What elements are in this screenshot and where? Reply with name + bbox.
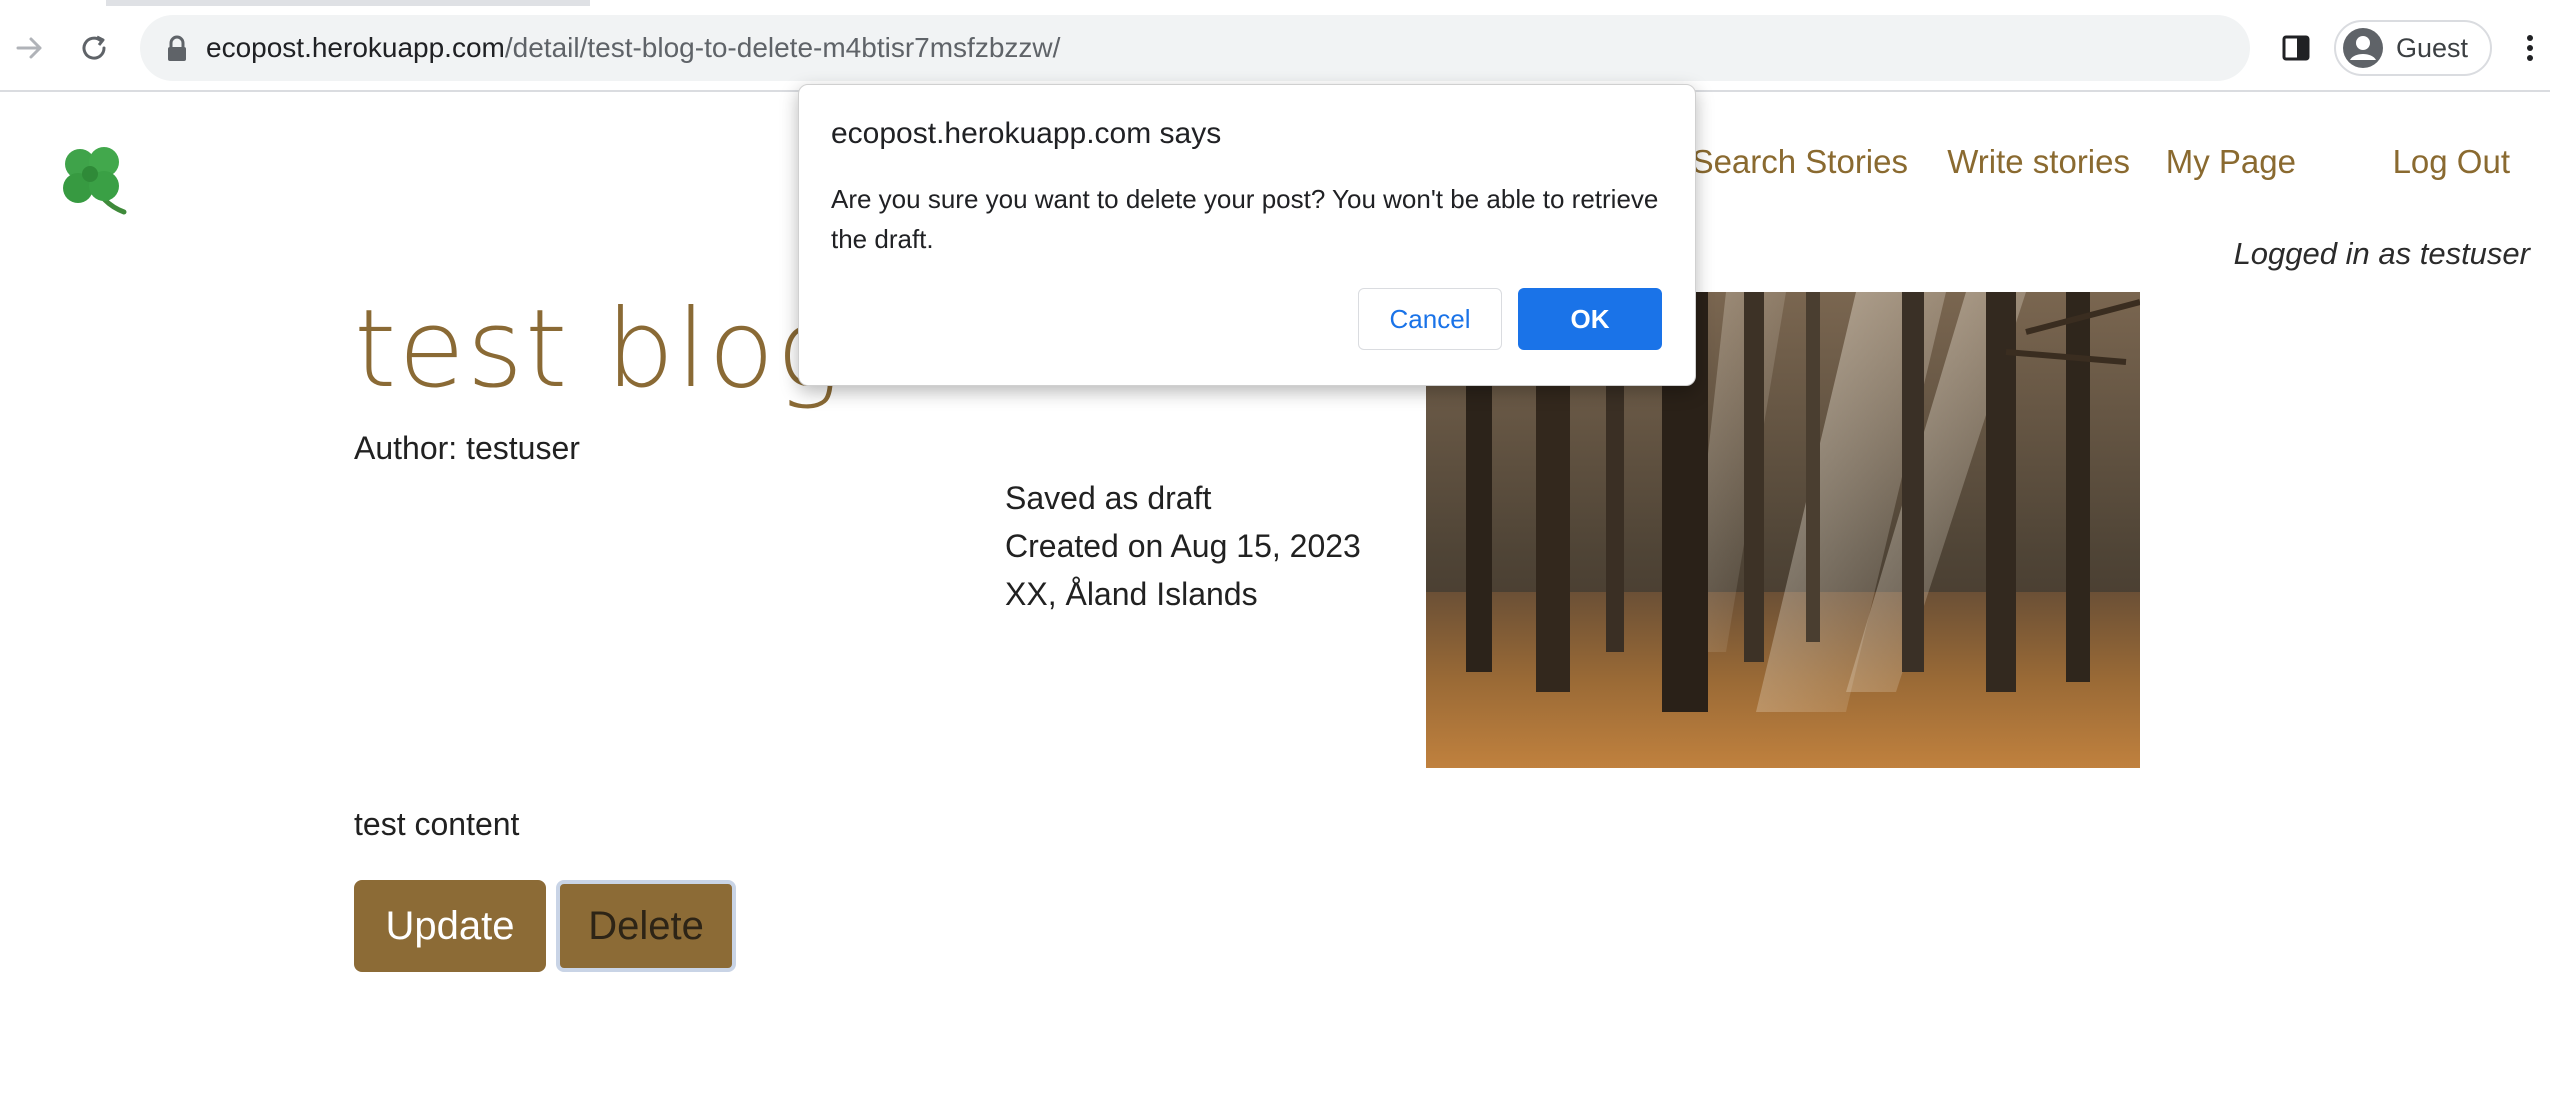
lock-icon[interactable] [164,34,190,64]
nav-search-stories[interactable]: Search Stories [1692,143,1908,181]
dialog-title: ecopost.herokuapp.com says [831,117,1222,150]
nav-log-out[interactable]: Log Out [2393,143,2510,181]
browser-toolbar: ecopost.herokuapp.com/detail/test-blog-t… [0,6,2550,92]
address-bar[interactable]: ecopost.herokuapp.com/detail/test-blog-t… [140,15,2250,81]
reload-icon[interactable] [66,20,122,76]
delete-button[interactable]: Delete [556,880,736,972]
post-title: test blog [354,287,844,412]
forward-arrow-icon[interactable] [2,20,58,76]
side-panel-icon[interactable] [2268,20,2324,76]
four-leaf-clover-icon[interactable] [50,138,136,222]
url-text[interactable]: ecopost.herokuapp.com/detail/test-blog-t… [206,30,1060,66]
dialog-message: Are you sure you want to delete your pos… [831,184,1659,254]
post-author: Author: testuser [354,430,580,466]
confirm-dialog: ecopost.herokuapp.com says Are you sure … [798,84,1696,386]
post-status: Saved as draft [1005,480,1212,516]
nav-my-page[interactable]: My Page [2166,143,2296,181]
kebab-menu-icon[interactable] [2512,20,2548,76]
dialog-ok-button[interactable]: OK [1518,288,1662,350]
profile-avatar-icon [2342,27,2384,69]
logged-in-status: Logged in as testuser [2233,236,2530,271]
post-content: test content [354,806,520,842]
profile-name: Guest [2396,32,2469,63]
update-button[interactable]: Update [354,880,546,972]
url-path: /detail/test-blog-to-delete-m4btisr7msfz… [504,32,1061,63]
url-host: ecopost.herokuapp.com [206,32,505,63]
dialog-cancel-button[interactable]: Cancel [1358,288,1502,350]
post-created-date: Created on Aug 15, 2023 [1005,528,1361,564]
profile-button[interactable]: Guest [2334,20,2492,76]
post-meta: Saved as draft Created on Aug 15, 2023 X… [1005,474,1361,618]
post-location: XX, Åland Islands [1005,576,1258,612]
nav-write-stories[interactable]: Write stories [1947,143,2130,181]
